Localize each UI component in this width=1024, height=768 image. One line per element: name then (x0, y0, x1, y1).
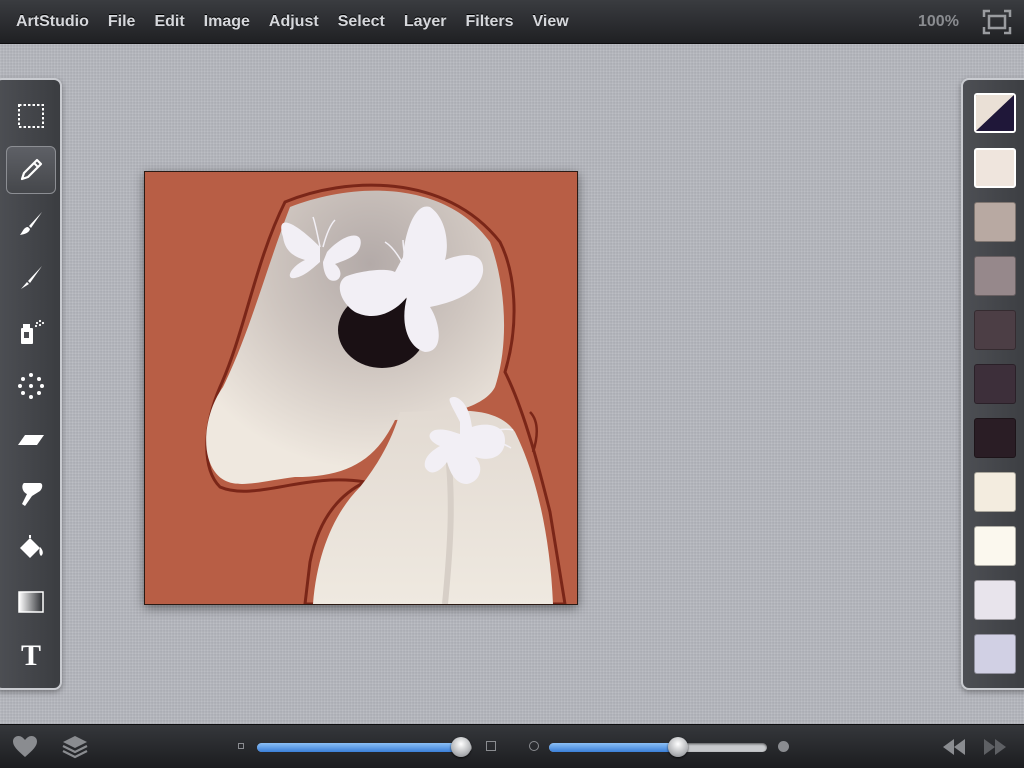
opacity-knob[interactable] (667, 737, 688, 757)
heart-icon (13, 736, 37, 757)
large-size-icon (486, 741, 496, 751)
rewind-icon (943, 739, 965, 755)
eraser-icon (18, 435, 44, 445)
artwork (145, 172, 577, 606)
menu-edit[interactable]: Edit (154, 13, 184, 31)
gradient-icon (18, 591, 44, 613)
layers-button[interactable] (62, 735, 88, 759)
text-tool[interactable]: T (6, 632, 56, 680)
spray-tool[interactable] (6, 308, 56, 356)
color-swatch[interactable] (974, 580, 1016, 620)
pencil-icon (20, 158, 43, 181)
fine-brush-icon (21, 266, 42, 289)
current-color-icon (976, 95, 1014, 131)
undo-button[interactable] (941, 735, 967, 759)
smudge-tool[interactable] (6, 470, 56, 518)
bottom-bar (0, 724, 1024, 768)
menu-layer[interactable]: Layer (404, 13, 447, 31)
low-opacity-icon (529, 741, 539, 751)
fill-tool[interactable] (6, 524, 56, 572)
current-color-swatch[interactable] (974, 93, 1016, 133)
text-icon: T (20, 639, 41, 672)
gradient-tool[interactable] (6, 578, 56, 626)
fast-forward-icon (984, 739, 1006, 755)
zoom-level[interactable]: 100% (918, 13, 959, 31)
redo-button[interactable] (982, 735, 1008, 759)
dotted-rectangle-icon (18, 104, 44, 128)
brush-size-fill (257, 743, 462, 752)
menu-filters[interactable]: Filters (466, 13, 514, 31)
menu-adjust[interactable]: Adjust (269, 13, 319, 31)
fullscreen-icon (982, 9, 1012, 35)
menu-view[interactable]: View (533, 13, 569, 31)
scatter-tool[interactable] (6, 362, 56, 410)
color-swatch[interactable] (974, 634, 1016, 674)
fullscreen-button[interactable] (982, 9, 1012, 35)
color-swatch[interactable] (974, 202, 1016, 242)
spray-can-icon (21, 319, 45, 344)
menu-bar: ArtStudio File Edit Image Adjust Select Layer F… (0, 0, 1024, 44)
opacity-slider[interactable] (549, 737, 767, 757)
color-palette (961, 78, 1024, 690)
menu-file[interactable]: File (108, 13, 136, 31)
paint-bucket-icon (20, 535, 43, 558)
eraser-tool[interactable] (6, 416, 56, 464)
menu-artstudio[interactable]: ArtStudio (16, 13, 89, 31)
layers-icon (62, 736, 88, 759)
color-swatch[interactable] (974, 418, 1016, 458)
selection-tool[interactable] (6, 92, 56, 140)
color-swatch[interactable] (974, 256, 1016, 296)
color-swatch[interactable] (974, 472, 1016, 512)
menu-select[interactable]: Select (338, 13, 385, 31)
color-swatch[interactable] (974, 148, 1016, 188)
brush-size-knob[interactable] (451, 737, 472, 757)
drawing-canvas[interactable] (144, 171, 578, 606)
paint-brush-tool[interactable] (6, 254, 56, 302)
brush-icon (20, 212, 42, 235)
menu-image[interactable]: Image (204, 13, 250, 31)
small-size-icon (238, 743, 244, 749)
high-opacity-icon (778, 741, 789, 752)
favorite-button[interactable] (12, 735, 38, 759)
pencil-tool[interactable] (6, 146, 56, 194)
smudge-icon (22, 483, 43, 506)
tool-bar: T (0, 78, 62, 690)
color-swatch[interactable] (974, 526, 1016, 566)
color-swatch[interactable] (974, 364, 1016, 404)
color-swatch[interactable] (974, 310, 1016, 350)
brush-tool[interactable] (6, 200, 56, 248)
dots-icon (18, 373, 44, 399)
brush-size-slider[interactable] (257, 737, 472, 757)
opacity-fill (549, 743, 678, 752)
menu-items: ArtStudio File Edit Image Adjust Select Layer F… (16, 0, 588, 44)
